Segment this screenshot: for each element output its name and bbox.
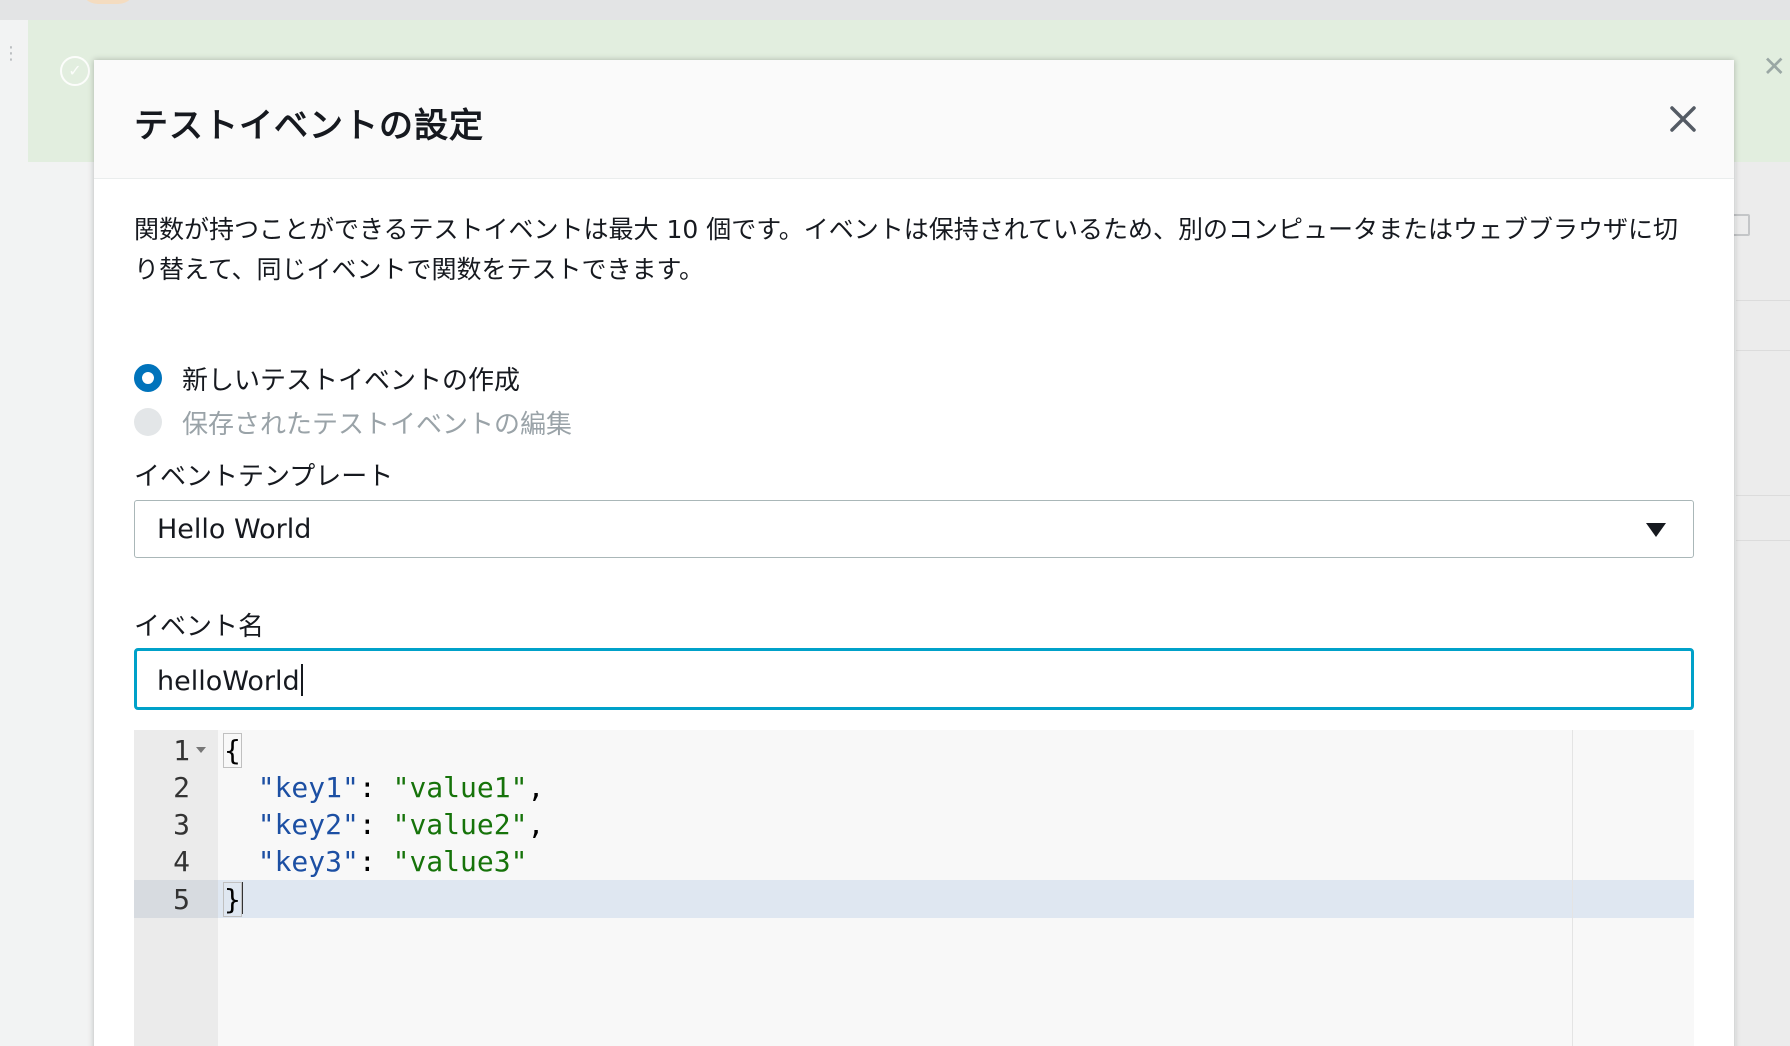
- event-name-value: helloWorld: [157, 664, 303, 697]
- event-name-label: イベント名: [134, 612, 265, 642]
- json-key: "key1": [257, 771, 359, 804]
- caret-down-icon: [1646, 523, 1666, 537]
- line-number: 4: [173, 845, 190, 878]
- event-template-value: Hello World: [157, 514, 312, 545]
- success-check-icon: ✓: [60, 56, 90, 86]
- json-colon: :: [358, 845, 393, 878]
- event-name-text: helloWorld: [157, 666, 300, 697]
- code-text: "key1": "value1",: [224, 769, 545, 806]
- close-brace: }: [223, 882, 242, 917]
- editor-cursor: [240, 882, 243, 914]
- modal-description: 関数が持つことができるテストイベントは最大 10 個です。イベントは保持されてい…: [134, 215, 1678, 284]
- json-comma: ,: [527, 808, 545, 841]
- modal-title: テストイベントの設定: [134, 106, 484, 146]
- code-text: {: [223, 732, 242, 769]
- configure-test-event-modal: テストイベントの設定 関数が持つことができるテストイベントは最大 10 個です。…: [94, 60, 1734, 1046]
- console-top-bar: [0, 0, 1790, 20]
- radio-button-disabled: [134, 408, 162, 436]
- json-colon: :: [358, 771, 393, 804]
- drag-handle-icon: ⋮: [2, 43, 20, 64]
- open-brace: {: [223, 733, 242, 768]
- json-key: "key2": [257, 808, 359, 841]
- event-name-input[interactable]: helloWorld: [134, 648, 1694, 710]
- line-number: 1: [173, 734, 190, 767]
- divider: [1736, 350, 1790, 351]
- close-icon: [1670, 106, 1696, 132]
- line-number: 3: [173, 808, 190, 841]
- code-line: 3 "key2": "value2",: [134, 806, 1694, 843]
- json-colon: :: [358, 808, 393, 841]
- json-key: "key3": [257, 845, 359, 878]
- line-number: 5: [173, 883, 190, 916]
- event-json-editor[interactable]: 1 { 2 "key1": "value1", 3 "key2": "value…: [134, 730, 1694, 1046]
- flash-close-icon[interactable]: ✕: [1763, 50, 1786, 83]
- json-value: "value2": [392, 808, 528, 841]
- code-text: }: [223, 881, 243, 918]
- line-number: 2: [173, 771, 190, 804]
- code-text: "key3": "value3": [224, 843, 528, 880]
- modal-header: テストイベントの設定: [94, 60, 1734, 179]
- code-line: 4 "key3": "value3": [134, 843, 1694, 880]
- divider: [1736, 495, 1790, 496]
- json-value: "value3": [392, 845, 528, 878]
- fold-arrow-icon[interactable]: [196, 747, 206, 753]
- code-line: 1 {: [134, 732, 1694, 769]
- code-line: 5 }: [134, 881, 1694, 918]
- page: ✓ ✕ ⋮ テストイベントの設定 関数が持つことができるテストイベントは最大 1…: [0, 0, 1790, 1046]
- divider: [1736, 300, 1790, 301]
- text-cursor: [300, 664, 303, 696]
- background-panel: [1736, 162, 1790, 1046]
- radio-label: 新しいテストイベントの作成: [182, 365, 521, 396]
- radio-edit-saved-event: 保存されたテストイベントの編集: [134, 402, 572, 442]
- event-template-label: イベントテンプレート: [134, 462, 394, 492]
- code-line: 2 "key1": "value1",: [134, 769, 1694, 806]
- json-comma: ,: [527, 771, 545, 804]
- radio-label: 保存されたテストイベントの編集: [182, 409, 573, 440]
- event-template-select[interactable]: Hello World: [134, 500, 1694, 558]
- radio-create-new-event[interactable]: 新しいテストイベントの作成: [134, 358, 520, 398]
- divider: [1736, 540, 1790, 541]
- code-text: "key2": "value2",: [224, 806, 545, 843]
- copy-icon: [1732, 214, 1750, 236]
- close-button[interactable]: [1658, 94, 1708, 144]
- radio-button-selected[interactable]: [134, 364, 162, 392]
- json-value: "value1": [392, 771, 528, 804]
